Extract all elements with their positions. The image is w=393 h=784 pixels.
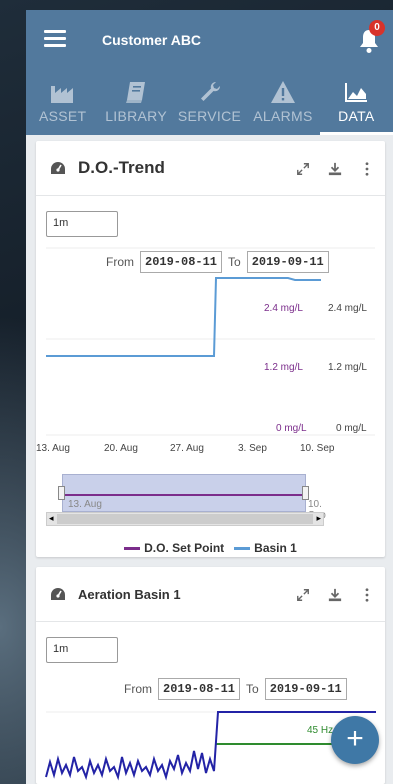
y-label-right-bottom: 0 mg/L [336, 423, 367, 434]
tab-asset[interactable]: ASSET [26, 74, 99, 135]
expand-icon[interactable] [295, 587, 311, 603]
y-label-right-mid: 1.2 mg/L [328, 362, 367, 373]
legend-item-basin[interactable]: Basin 1 [234, 541, 297, 555]
gauge-icon [51, 162, 65, 174]
more-options-icon[interactable] [359, 161, 375, 177]
gauge-icon [51, 588, 65, 600]
app-screen: Customer ABC 0 ASSET LIBRARY SERVICE ALA… [26, 10, 393, 784]
legend-item-setpoint[interactable]: D.O. Set Point [124, 541, 224, 555]
main-tabs: ASSET LIBRARY SERVICE ALARMS DATA [26, 74, 393, 135]
x-label: 10. Sep [300, 443, 335, 454]
tab-alarms-label: ALARMS [253, 108, 313, 124]
range-selector[interactable]: 1m [46, 637, 118, 663]
tab-asset-label: ASSET [39, 108, 87, 124]
hamburger-menu-icon[interactable] [44, 30, 66, 48]
tab-service-label: SERVICE [177, 108, 242, 124]
scroll-left-icon[interactable]: ◂ [49, 513, 54, 524]
x-label: 3. Sep [238, 443, 267, 454]
scrollbar-thumb[interactable] [57, 514, 313, 524]
navigator-series-line [64, 494, 304, 496]
x-label: 27. Aug [170, 443, 204, 454]
to-label: To [246, 682, 259, 696]
to-date-input[interactable]: 2019-09-11 [264, 678, 347, 700]
navigator-left-label: 13. Aug [68, 499, 102, 510]
range-navigator[interactable]: 13. Aug 10. Sep ◂ ▸ [46, 474, 326, 529]
area-chart-icon [320, 74, 393, 104]
more-options-icon[interactable] [359, 587, 375, 603]
x-label: 20. Aug [104, 443, 138, 454]
app-title: Customer ABC [102, 32, 202, 48]
tab-service[interactable]: SERVICE [173, 74, 246, 135]
date-range-picker: From 2019-08-11 To 2019-09-11 [124, 678, 347, 700]
expand-icon[interactable] [295, 161, 311, 177]
tab-library-label: LIBRARY [105, 108, 167, 124]
tab-data-label: DATA [338, 108, 375, 124]
from-label: From [124, 682, 152, 696]
notification-bell-icon[interactable]: 0 [357, 20, 385, 54]
wrench-icon [173, 74, 246, 104]
y-label-right-top: 2.4 mg/L [328, 303, 367, 314]
tab-data[interactable]: DATA [319, 74, 393, 135]
aeration-basin-card: Aeration Basin 1 1m From 2019-08-11 To 2… [36, 567, 385, 784]
frequency-label: 45 Hz [307, 725, 334, 736]
asset-icon [26, 74, 99, 104]
y-label-left-bottom: 0 mg/L [276, 423, 307, 434]
library-icon [99, 74, 172, 104]
navigator-right-handle[interactable] [302, 486, 309, 500]
card-header: Aeration Basin 1 [36, 567, 385, 622]
warning-icon [246, 74, 319, 104]
notification-count-badge: 0 [369, 20, 385, 36]
card-title: D.O.-Trend [78, 158, 165, 177]
from-date-input[interactable]: 2019-08-11 [158, 678, 241, 700]
tab-library[interactable]: LIBRARY [99, 74, 172, 135]
add-fab-button[interactable]: + [331, 716, 379, 764]
download-icon[interactable] [327, 587, 343, 603]
do-trend-chart [46, 247, 375, 436]
y-label-left-mid: 1.2 mg/L [264, 362, 303, 373]
x-label: 13. Aug [36, 443, 70, 454]
navigator-left-handle[interactable] [58, 486, 65, 500]
card-title: Aeration Basin 1 [78, 586, 181, 602]
app-header: Customer ABC 0 ASSET LIBRARY SERVICE ALA… [26, 10, 393, 135]
card-header: D.O.-Trend [36, 141, 385, 196]
tab-alarms[interactable]: ALARMS [246, 74, 319, 135]
chart-legend: D.O. Set Point Basin 1 [36, 541, 385, 555]
navigator-scrollbar[interactable]: ◂ ▸ [46, 512, 324, 526]
y-label-left-top: 2.4 mg/L [264, 303, 303, 314]
range-selector[interactable]: 1m [46, 211, 118, 237]
basin-1-series-line [46, 277, 321, 357]
download-icon[interactable] [327, 161, 343, 177]
scroll-right-icon[interactable]: ▸ [316, 513, 321, 524]
do-trend-card: D.O.-Trend 1m From 2019-08-11 To 2019-09… [36, 141, 385, 557]
